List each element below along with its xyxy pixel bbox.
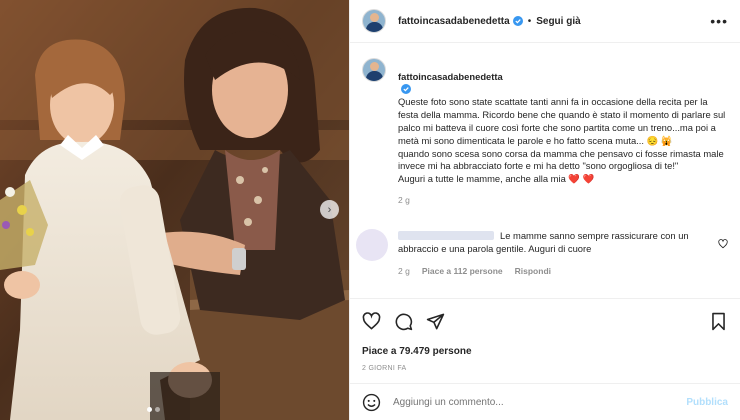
post-date[interactable]: 2 GIORNI FA bbox=[362, 365, 728, 372]
comment-meta: 2 g Piace a 112 persone Rispondi bbox=[398, 265, 728, 278]
instagram-post: › fattoincasadabenedetta • Segui già •••… bbox=[0, 0, 740, 420]
carousel-dot-active bbox=[147, 407, 152, 412]
caption-line: Auguri a tutte le mamme, anche alla mia … bbox=[398, 173, 595, 185]
add-comment-bar: Pubblica bbox=[350, 383, 740, 420]
post-actions: Piace a 79.479 persone 2 GIORNI FA bbox=[350, 298, 740, 372]
caption-time[interactable]: 2 g bbox=[398, 194, 726, 207]
verified-badge-icon bbox=[512, 16, 523, 26]
action-icons bbox=[362, 309, 728, 333]
likes-count[interactable]: Piace a 79.479 persone bbox=[362, 346, 728, 357]
post-header: fattoincasadabenedetta • Segui già ••• bbox=[350, 0, 740, 43]
verified-badge-icon bbox=[401, 83, 411, 94]
separator-dot: • bbox=[527, 15, 532, 27]
caption-username[interactable]: fattoincasadabenedetta bbox=[398, 71, 503, 82]
share-send-icon[interactable] bbox=[426, 312, 445, 331]
more-options-icon[interactable]: ••• bbox=[710, 13, 728, 29]
save-bookmark-icon[interactable] bbox=[709, 312, 728, 331]
caption: fattoincasadabenedetta Queste foto sono … bbox=[362, 58, 728, 207]
like-heart-icon[interactable] bbox=[362, 311, 381, 331]
commenter-avatar[interactable] bbox=[356, 228, 388, 261]
author-avatar[interactable] bbox=[362, 9, 386, 33]
comment-bubble-icon[interactable] bbox=[394, 312, 413, 331]
comment-item: Le mamme sanno sempre rassicurare con un… bbox=[356, 228, 728, 278]
caption-line: quando sono scesa sono corsa da mamma ch… bbox=[398, 147, 724, 172]
caption-avatar[interactable] bbox=[362, 58, 386, 82]
publish-button[interactable]: Pubblica bbox=[686, 397, 728, 408]
caption-text: fattoincasadabenedetta Queste foto sono … bbox=[398, 58, 726, 207]
comment-time[interactable]: 2 g bbox=[398, 265, 410, 278]
next-photo-button[interactable]: › bbox=[320, 200, 339, 219]
comment-like-heart-icon[interactable] bbox=[718, 238, 728, 249]
emoji-smile-icon[interactable] bbox=[362, 393, 381, 412]
following-button[interactable]: Segui già bbox=[536, 16, 580, 27]
reply-button[interactable]: Rispondi bbox=[515, 265, 551, 278]
commenter-username-redacted[interactable] bbox=[398, 230, 494, 240]
author-username[interactable]: fattoincasadabenedetta bbox=[398, 16, 510, 27]
post-side-panel: fattoincasadabenedetta • Segui già ••• f… bbox=[349, 0, 740, 420]
caption-line: Queste foto sono state scattate tanti an… bbox=[398, 96, 726, 146]
post-photo[interactable]: › bbox=[0, 0, 349, 420]
carousel-dot bbox=[155, 407, 160, 412]
carousel-indicator bbox=[147, 407, 160, 412]
comment-likes[interactable]: Piace a 112 persone bbox=[422, 265, 503, 278]
photo-illustration bbox=[0, 0, 349, 420]
comments-section: fattoincasadabenedetta Queste foto sono … bbox=[350, 44, 740, 298]
chevron-right-icon: › bbox=[327, 203, 332, 216]
comment-body: Le mamme sanno sempre rassicurare con un… bbox=[398, 229, 728, 278]
add-comment-input[interactable] bbox=[393, 396, 643, 408]
